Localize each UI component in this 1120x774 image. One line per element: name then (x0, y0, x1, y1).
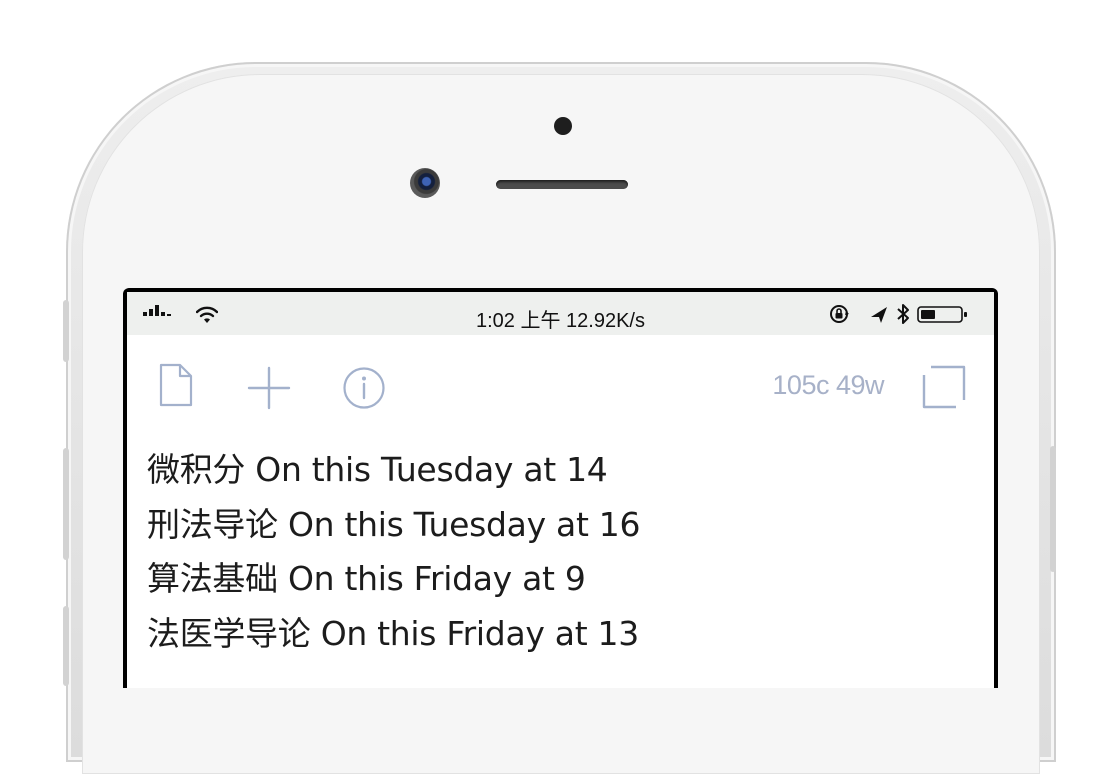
note-line: 微积分 On this Tuesday at 14 (147, 450, 608, 489)
side-button-power (1050, 446, 1056, 572)
side-button-mute (63, 300, 69, 362)
bluetooth-icon (897, 304, 909, 324)
location-icon (871, 307, 887, 323)
character-word-count: 105c 49w (772, 370, 884, 400)
front-camera (410, 168, 440, 198)
note-line: 算法基础 On this Friday at 9 (147, 559, 586, 598)
note-line: 法医学导论 On this Friday at 13 (147, 613, 639, 653)
note-line: 刑法导论 On this Tuesday at 16 (147, 504, 641, 544)
plus-icon[interactable] (247, 366, 291, 410)
earpiece-speaker (496, 180, 628, 189)
document-icon[interactable] (159, 363, 193, 407)
status-icons (830, 304, 967, 324)
info-icon[interactable] (342, 366, 386, 410)
editor-view: 105c 49w 微积分 On this Tuesday at 14 刑法导论 … (127, 335, 994, 688)
side-button-volume-down (63, 606, 69, 686)
screen: 1:02 上午 12.92K/s 105c 49w 微积分 On this Tu… (123, 288, 998, 688)
proximity-sensor (554, 117, 572, 135)
copy-icon[interactable] (921, 364, 967, 410)
status-bar: 1:02 上午 12.92K/s (127, 292, 994, 335)
side-button-volume-up (63, 448, 69, 560)
note-text[interactable]: 微积分 On this Tuesday at 14 刑法导论 On this T… (147, 443, 640, 661)
rotation-lock-icon (830, 305, 849, 323)
battery-icon (917, 306, 967, 323)
